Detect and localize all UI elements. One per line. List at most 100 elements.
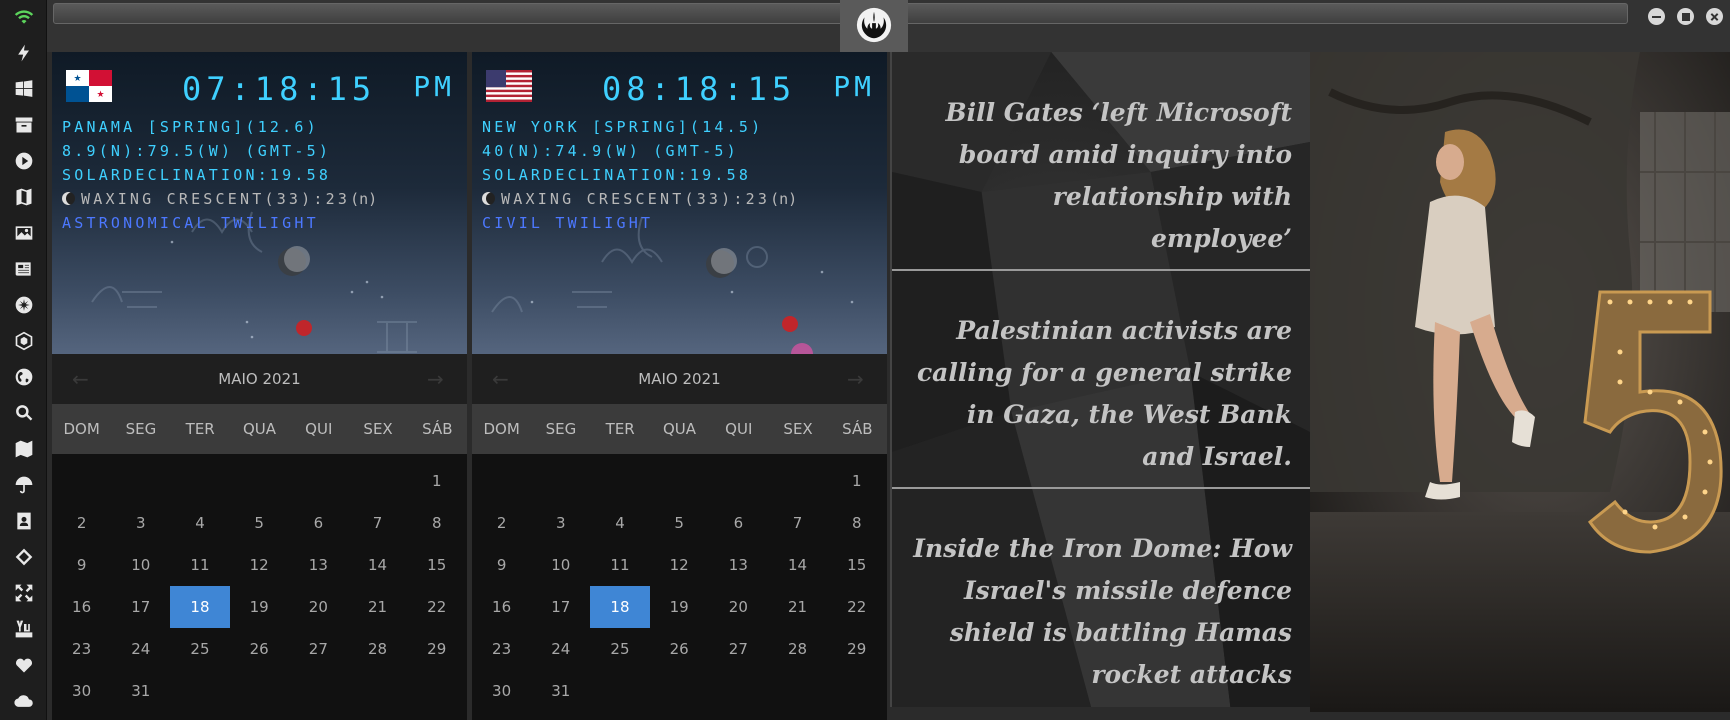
- calendar-day[interactable]: 11: [170, 544, 229, 586]
- clock-coordinates: 8.9(N):79.5(W) (GMT-5): [62, 142, 332, 160]
- calendar-day[interactable]: 19: [650, 586, 709, 628]
- calendar-day[interactable]: 23: [52, 628, 111, 670]
- calendar-day[interactable]: 20: [709, 586, 768, 628]
- featured-photo[interactable]: [1310, 52, 1730, 712]
- calendar-day[interactable]: 2: [472, 502, 531, 544]
- calendar-day[interactable]: 2: [52, 502, 111, 544]
- calendar-day[interactable]: 21: [348, 586, 407, 628]
- calendar-day-selected[interactable]: 18: [170, 586, 230, 628]
- calendar-day[interactable]: 6: [289, 502, 348, 544]
- calendar-day[interactable]: 3: [111, 502, 170, 544]
- calendar-day[interactable]: 10: [531, 544, 590, 586]
- calendar-day[interactable]: 16: [472, 586, 531, 628]
- calendar-day[interactable]: 7: [348, 502, 407, 544]
- rebel-icon[interactable]: [11, 292, 37, 318]
- calendar-day-selected[interactable]: 18: [590, 586, 650, 628]
- calendar-empty-cell: [531, 460, 590, 502]
- calendar-day[interactable]: 19: [230, 586, 289, 628]
- calendar-day[interactable]: 31: [111, 670, 170, 712]
- windows-icon[interactable]: [11, 76, 37, 102]
- calendar-day[interactable]: 6: [709, 502, 768, 544]
- calendar-day[interactable]: 14: [768, 544, 827, 586]
- umbrella-icon[interactable]: [11, 472, 37, 498]
- calendar-day[interactable]: 9: [472, 544, 531, 586]
- calendar-day[interactable]: 17: [111, 586, 170, 628]
- calendar-day[interactable]: 21: [768, 586, 827, 628]
- calendar-day[interactable]: 24: [111, 628, 170, 670]
- contact-icon[interactable]: [11, 508, 37, 534]
- close-button[interactable]: [1706, 8, 1723, 25]
- calendar-day[interactable]: 3: [531, 502, 590, 544]
- globe-icon[interactable]: [11, 364, 37, 390]
- next-month-button[interactable]: →: [847, 367, 867, 391]
- search-icon[interactable]: [11, 400, 37, 426]
- hexagon-icon[interactable]: [11, 328, 37, 354]
- calendar-day[interactable]: 26: [650, 628, 709, 670]
- calendar-day[interactable]: 5: [650, 502, 709, 544]
- calendar-day[interactable]: 31: [531, 670, 590, 712]
- calendar-day[interactable]: 10: [111, 544, 170, 586]
- calendar-day[interactable]: 28: [768, 628, 827, 670]
- weekday-label: SEG: [545, 420, 577, 438]
- calendar-day[interactable]: 4: [170, 502, 229, 544]
- calendar-day[interactable]: 27: [709, 628, 768, 670]
- prev-month-button[interactable]: ←: [72, 367, 92, 391]
- app-window: ★ ★ 07:18:15 PM PANAMA [SPRING](12.6) 8.…: [0, 0, 1730, 720]
- heart-icon[interactable]: [11, 652, 37, 678]
- calendar-day[interactable]: 30: [472, 670, 531, 712]
- calendar-day[interactable]: 25: [590, 628, 649, 670]
- calendar-day[interactable]: 27: [289, 628, 348, 670]
- archive-icon[interactable]: [11, 112, 37, 138]
- calendar-day[interactable]: 25: [170, 628, 229, 670]
- calendar-day[interactable]: 29: [827, 628, 886, 670]
- calendar-day[interactable]: 13: [289, 544, 348, 586]
- calendar-day[interactable]: 8: [827, 502, 886, 544]
- calendar-day[interactable]: 9: [52, 544, 111, 586]
- calendar-day[interactable]: 16: [52, 586, 111, 628]
- calendar-day[interactable]: 7: [768, 502, 827, 544]
- prev-month-button[interactable]: ←: [492, 367, 512, 391]
- calendar-day[interactable]: 8: [407, 502, 466, 544]
- news-story[interactable]: Inside the Iron Dome: How Israel's missi…: [912, 528, 1292, 696]
- calendar-day[interactable]: 12: [230, 544, 289, 586]
- next-month-button[interactable]: →: [427, 367, 447, 391]
- calendar-day[interactable]: 22: [827, 586, 886, 628]
- expand-icon[interactable]: [11, 580, 37, 606]
- news-icon[interactable]: [11, 256, 37, 282]
- calendar-day[interactable]: 20: [289, 586, 348, 628]
- calendar-month-label: MAIO 2021: [638, 370, 721, 388]
- calendar-day[interactable]: 4: [590, 502, 649, 544]
- calendar-day[interactable]: 22: [407, 586, 466, 628]
- minimize-button[interactable]: [1648, 8, 1665, 25]
- link-icon[interactable]: [11, 544, 37, 570]
- calendar-day[interactable]: 15: [827, 544, 886, 586]
- calendar-day[interactable]: 14: [348, 544, 407, 586]
- news-story[interactable]: Bill Gates ‘left Microsoft board amid in…: [912, 92, 1292, 260]
- wifi-icon[interactable]: [11, 4, 37, 30]
- calendar-day[interactable]: 1: [827, 460, 886, 502]
- image-icon[interactable]: [11, 220, 37, 246]
- youtube-icon[interactable]: [11, 616, 37, 642]
- calendar-day[interactable]: 23: [472, 628, 531, 670]
- calendar-day[interactable]: 12: [650, 544, 709, 586]
- map-icon[interactable]: [11, 436, 37, 462]
- calendar-day[interactable]: 24: [531, 628, 590, 670]
- play-icon[interactable]: [11, 148, 37, 174]
- weekday-label: SEX: [363, 420, 393, 438]
- calendar-day[interactable]: 30: [52, 670, 111, 712]
- calendar-day[interactable]: 17: [531, 586, 590, 628]
- cloud-icon[interactable]: [11, 688, 37, 714]
- map-book-icon[interactable]: [11, 184, 37, 210]
- lightning-icon[interactable]: [11, 40, 37, 66]
- news-story[interactable]: Palestinian activists are calling for a …: [912, 310, 1292, 478]
- calendar-day[interactable]: 29: [407, 628, 466, 670]
- calendar-day[interactable]: 13: [709, 544, 768, 586]
- calendar-day[interactable]: 1: [407, 460, 466, 502]
- calendar-day[interactable]: 28: [348, 628, 407, 670]
- calendar-day[interactable]: 5: [230, 502, 289, 544]
- calendar-day[interactable]: 26: [230, 628, 289, 670]
- calendar-day[interactable]: 11: [590, 544, 649, 586]
- calendar-day[interactable]: 15: [407, 544, 466, 586]
- maximize-button[interactable]: [1677, 8, 1694, 25]
- logo-tab[interactable]: [840, 0, 908, 52]
